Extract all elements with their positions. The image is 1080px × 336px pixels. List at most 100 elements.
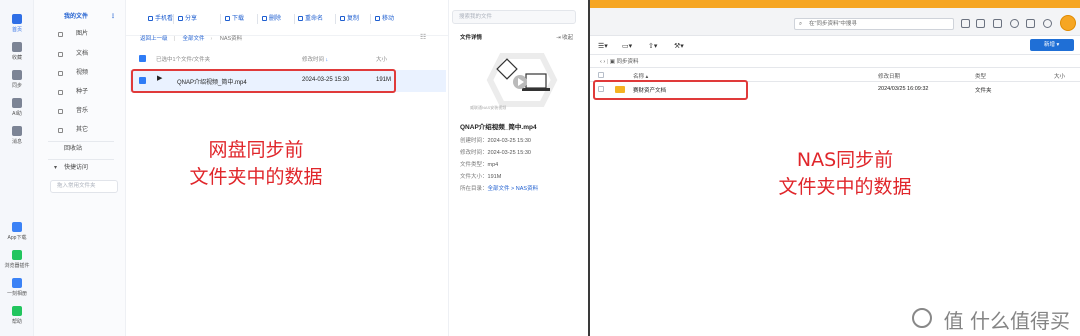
caret-down-icon: ▾ [54, 165, 58, 171]
select-all-checkbox[interactable] [139, 55, 146, 62]
tree-my-files[interactable]: 我的文件 ⋮ [34, 11, 126, 24]
quick-access-dropzone[interactable]: 拖入常用文件夹 [50, 180, 118, 193]
nas-select-all-checkbox[interactable] [598, 72, 604, 78]
detail-title: 文件详情 [460, 35, 483, 41]
tree-item-torrent[interactable]: 种子 [34, 86, 126, 99]
divider [590, 54, 1080, 55]
help-icon[interactable] [1043, 19, 1052, 28]
nas-folder-type: 文件夹 [975, 88, 992, 94]
nas-col-type[interactable]: 类型 [975, 72, 986, 80]
nas-breadcrumb: ‹ › | ▣ 同步资料 [600, 59, 639, 65]
breadcrumb-all[interactable]: 全部文件 [182, 36, 204, 42]
help-icon [12, 306, 22, 316]
monitor-icon[interactable] [993, 19, 1002, 28]
separator [335, 14, 336, 24]
thumbnail-caption: 威联通NAS安装视频 [470, 105, 507, 110]
back-icon[interactable]: ‹ › [600, 59, 607, 65]
music-icon [58, 109, 63, 114]
refresh-icon[interactable] [1010, 19, 1019, 28]
screenshot-divider [588, 0, 590, 336]
message-icon [12, 126, 22, 136]
view-mode-icon[interactable]: ☰▾ [598, 42, 608, 50]
download-icon [225, 16, 230, 21]
nas-col-name[interactable]: 名称 ▴ [633, 72, 648, 80]
detail-size: 文件大小：191M [460, 174, 502, 180]
breadcrumb-back[interactable]: 返回上一级 [140, 36, 168, 42]
col-modified[interactable]: 修改时间 ↓ [302, 55, 328, 63]
view-toggle-icon[interactable]: ☷ [420, 33, 426, 41]
copy-button[interactable]: 复制 [340, 14, 359, 24]
tree-item-music[interactable]: 音乐 [34, 105, 126, 118]
delete-button[interactable]: 删除 [262, 14, 281, 24]
upload-icon[interactable]: ⇧▾ [648, 42, 657, 50]
tree-item-other[interactable]: 其它 [34, 124, 126, 137]
settings-icon[interactable] [1026, 19, 1035, 28]
selected-count: 已选中1个文件/文件夹 [156, 57, 211, 63]
star-icon [12, 42, 22, 52]
detail-file-name: QNAP介绍视频_简中.mp4 [460, 124, 537, 131]
app-rail: 首页 收藏 同步 AI助 消息 App下载 浏览器插件 一刻相册 帮助 [0, 0, 34, 336]
nas-col-size[interactable]: 大小 [1054, 72, 1065, 80]
share-button[interactable]: 分享 [178, 14, 197, 24]
tree-item-docs[interactable]: 文档 [34, 48, 126, 61]
torrent-icon [58, 90, 63, 95]
more-icon[interactable]: ⋮ [110, 11, 116, 24]
filter-icon[interactable] [961, 19, 970, 28]
rail-item-app-download[interactable]: App下载 [0, 222, 34, 241]
detail-modified: 修改时间：2024-03-25 15:30 [460, 150, 531, 156]
nas-col-modified[interactable]: 修改日期 [878, 72, 900, 80]
user-avatar[interactable] [1060, 15, 1076, 31]
tools-icon[interactable]: ⚒▾ [674, 42, 684, 50]
sync-icon [12, 70, 22, 80]
detail-type: 文件类型：mp4 [460, 162, 499, 168]
watermark-logo-icon [912, 308, 932, 328]
separator [370, 14, 371, 24]
browser-plugin-icon [12, 250, 22, 260]
divider [48, 141, 114, 142]
server-icon[interactable] [976, 19, 985, 28]
move-button[interactable]: 移动 [375, 14, 394, 24]
rail-item-album[interactable]: 一刻相册 [0, 278, 34, 297]
image-icon [58, 32, 63, 37]
rail-item-browser-plugin[interactable]: 浏览器插件 [0, 250, 34, 269]
rail-item-home[interactable]: 首页 [0, 14, 34, 33]
cloud-toolbar: 手机看 分享 下载 删除 重命名 复制 移动 [126, 0, 448, 36]
sort-desc-icon: ↓ [325, 57, 329, 63]
rail-item-ai[interactable]: AI助 [0, 98, 34, 117]
col-size[interactable]: 大小 [376, 55, 387, 63]
rename-icon [298, 16, 303, 21]
new-folder-icon[interactable]: ▭▾ [622, 42, 632, 50]
phone-view-button[interactable]: 手机看 [148, 14, 173, 24]
highlight-box [131, 69, 396, 93]
tree-item-video[interactable]: 视频 [34, 67, 126, 80]
search-input[interactable]: 搜索我的文件 [452, 10, 576, 24]
move-icon [375, 16, 380, 21]
cloud-annotation: 网盘同步前 文件夹中的数据 [189, 139, 323, 188]
album-icon [12, 278, 22, 288]
tree-item-images[interactable]: 图片 [34, 28, 126, 41]
detail-created: 创建时间：2024-03-25 15:30 [460, 138, 531, 144]
tree-recycle[interactable]: 回收站 [34, 143, 126, 156]
nas-search-input[interactable]: ⌕ 在"同步资料"中搜寻 [794, 18, 954, 30]
separator [257, 14, 258, 24]
rail-item-message[interactable]: 消息 [0, 126, 34, 145]
create-button[interactable]: 新增 ▾ [1030, 39, 1074, 51]
rename-button[interactable]: 重命名 [298, 14, 323, 24]
copy-icon [340, 16, 345, 21]
download-button[interactable]: 下载 [225, 14, 244, 24]
rail-item-sync[interactable]: 同步 [0, 70, 34, 89]
cloud-icon [12, 14, 22, 24]
phone-icon [148, 16, 153, 21]
share-icon [178, 16, 183, 21]
rail-item-favorite[interactable]: 收藏 [0, 42, 34, 61]
trash-icon [262, 16, 267, 21]
highlight-box [593, 80, 748, 100]
breadcrumb: 返回上一级 | 全部文件 › NAS资料 [140, 36, 243, 42]
separator [220, 14, 221, 24]
breadcrumb-current: NAS资料 [219, 36, 243, 42]
separator [173, 14, 174, 24]
tree-quick-access[interactable]: ▾ 快捷访问 [34, 162, 126, 175]
collapse-button[interactable]: ⇥ 收起 [556, 33, 573, 41]
rail-item-help[interactable]: 帮助 [0, 306, 34, 325]
video-icon [58, 71, 63, 76]
